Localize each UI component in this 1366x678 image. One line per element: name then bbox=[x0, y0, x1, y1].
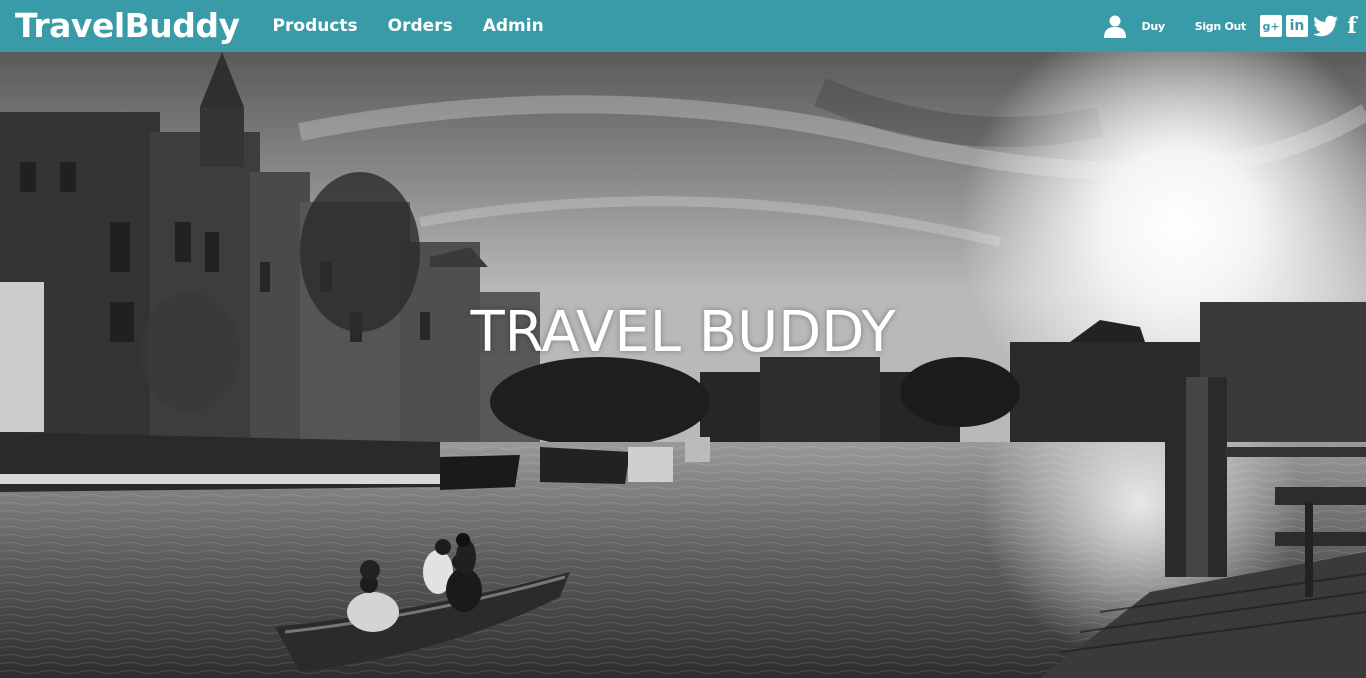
main-nav: Products Orders Admin bbox=[258, 0, 559, 52]
brand-logo-link[interactable]: TravelBuddy bbox=[15, 0, 240, 52]
google-plus-icon[interactable]: g+ bbox=[1260, 15, 1282, 37]
social-links: g+ in f bbox=[1260, 13, 1360, 39]
hero-banner: TRAVEL BUDDY bbox=[0, 52, 1366, 678]
twitter-icon[interactable] bbox=[1312, 15, 1340, 37]
sign-out-link[interactable]: Sign Out bbox=[1195, 20, 1247, 33]
username-link[interactable]: Duy bbox=[1141, 20, 1165, 33]
nav-right: Duy Sign Out g+ in f bbox=[1103, 0, 1366, 52]
hero-background-image bbox=[0, 52, 1366, 678]
nav-link-orders[interactable]: Orders bbox=[388, 0, 453, 52]
linkedin-icon[interactable]: in bbox=[1286, 15, 1308, 37]
top-navbar: TravelBuddy Products Orders Admin Duy Si… bbox=[0, 0, 1366, 52]
facebook-icon[interactable]: f bbox=[1344, 13, 1360, 39]
hero-title: TRAVEL BUDDY bbox=[470, 300, 896, 365]
nav-link-products[interactable]: Products bbox=[273, 0, 358, 52]
nav-link-admin[interactable]: Admin bbox=[483, 0, 544, 52]
user-icon[interactable] bbox=[1103, 14, 1127, 38]
